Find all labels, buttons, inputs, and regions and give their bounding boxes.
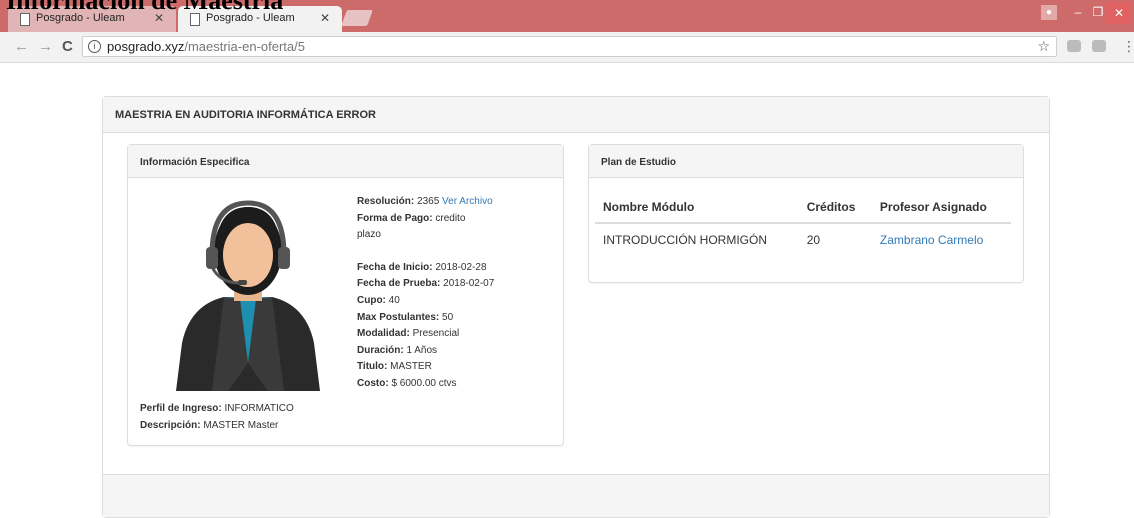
cupo-value: 40	[388, 294, 400, 306]
address-bar[interactable]: i posgrado.xyz/maestria-en-oferta/5 ☆	[82, 36, 1057, 57]
browser-toolbar: ← → C i posgrado.xyz/maestria-en-oferta/…	[0, 32, 1134, 63]
program-title: MAESTRIA EN AUDITORIA INFORMÁTICA ERROR	[103, 97, 1049, 133]
program-panel: MAESTRIA EN AUDITORIA INFORMÁTICA ERROR …	[102, 96, 1050, 518]
costo-row: Costo: $ 6000.00 ctvs	[357, 376, 494, 393]
profile-details: Perfil de Ingreso: INFORMATICO Descripci…	[140, 401, 294, 434]
modalidad-row: Modalidad: Presencial	[357, 326, 494, 343]
forma-pago-value: credito	[435, 212, 466, 224]
info-panel: Información Especifica Resolución: 2365 …	[127, 144, 564, 446]
reload-icon[interactable]: C	[62, 38, 73, 55]
fecha-prueba-row: Fecha de Prueba: 2018-02-07	[357, 276, 494, 293]
minimize-button[interactable]: –	[1071, 5, 1085, 19]
extension-icon[interactable]	[1067, 40, 1081, 52]
duracion-row: Duración: 1 Años	[357, 343, 494, 360]
descripcion-value: MASTER Master	[203, 419, 279, 431]
column-header-profesor: Profesor Asignado	[871, 186, 1011, 224]
star-icon[interactable]: ☆	[1037, 37, 1050, 56]
fecha-prueba-value: 2018-02-07	[443, 278, 495, 290]
page-heading: Información de Maestría	[6, 0, 284, 15]
titulo-row: Titulo: MASTER	[357, 359, 494, 376]
user-icon[interactable]: ●	[1041, 5, 1057, 20]
max-postulantes-label: Max Postulantes:	[357, 311, 440, 323]
panel-footer	[103, 474, 1049, 517]
info-panel-heading: Información Especifica	[128, 145, 563, 178]
forma-pago-row: Forma de Pago: credito	[357, 211, 494, 228]
perfil-value: INFORMATICO	[224, 403, 294, 414]
titulo-value: MASTER	[390, 361, 432, 373]
modalidad-label: Modalidad:	[357, 328, 410, 340]
costo-label: Costo:	[357, 377, 389, 389]
modulo-cell: INTRODUCCIÓN HORMIGÓN	[603, 233, 767, 247]
perfil-row: Perfil de Ingreso: INFORMATICO	[140, 401, 294, 418]
fecha-inicio-label: Fecha de Inicio:	[357, 261, 433, 273]
creditos-cell: 20	[806, 233, 821, 247]
plan-panel-heading: Plan de Estudio	[589, 145, 1023, 178]
maximize-button[interactable]: ❐	[1091, 5, 1105, 19]
cupo-row: Cupo: 40	[357, 293, 494, 310]
extension-icon[interactable]	[1092, 40, 1106, 52]
resolucion-value: 2365	[417, 196, 440, 207]
forma-pago-label: Forma de Pago:	[357, 212, 433, 224]
titulo-label: Titulo:	[357, 361, 388, 373]
modalidad-value: Presencial	[412, 328, 460, 340]
descripcion-label: Descripción:	[140, 419, 201, 431]
profesor-link[interactable]: Zambrano Carmelo	[872, 223, 1011, 255]
forma-pago-value-continued: plazo	[357, 229, 381, 241]
menu-icon[interactable]: ⋮	[1122, 38, 1134, 55]
plan-table: Nombre Módulo Créditos Profesor Asignado…	[595, 186, 1011, 255]
duracion-value: 1 Años	[406, 344, 438, 356]
costo-value: $ 6000.00 ctvs	[391, 377, 457, 389]
forward-arrow-icon[interactable]: →	[38, 38, 53, 55]
duracion-label: Duración:	[357, 344, 404, 356]
ver-archivo-link[interactable]: Ver Archivo	[442, 196, 493, 207]
program-details: Resolución: 2365 Ver Archivo Forma de Pa…	[357, 194, 494, 393]
column-header-modulo: Nombre Módulo	[595, 186, 799, 224]
table-row: INTRODUCCIÓN HORMIGÓN 20 Zambrano Carmel…	[595, 223, 1011, 255]
fecha-inicio-value: 2018-02-28	[435, 261, 487, 273]
resolucion-row: Resolución: 2365 Ver Archivo	[357, 194, 494, 211]
perfil-label: Perfil de Ingreso:	[140, 403, 222, 414]
close-icon[interactable]: ✕	[320, 11, 330, 25]
cupo-label: Cupo:	[357, 294, 386, 306]
support-agent-avatar	[176, 200, 320, 391]
back-arrow-icon[interactable]: ←	[14, 38, 29, 55]
info-icon[interactable]: i	[88, 40, 101, 53]
resolucion-label: Resolución:	[357, 196, 415, 207]
plan-panel: Plan de Estudio Nombre Módulo Créditos P…	[588, 144, 1024, 283]
fecha-prueba-label: Fecha de Prueba:	[357, 278, 441, 290]
table-header-row: Nombre Módulo Créditos Profesor Asignado	[595, 186, 1011, 224]
descripcion-row: Descripción: MASTER Master	[140, 418, 294, 435]
window-close-button[interactable]: ✕	[1106, 2, 1132, 24]
column-header-creditos: Créditos	[798, 186, 872, 224]
url-path: /maestria-en-oferta/5	[184, 39, 305, 54]
new-tab-button[interactable]	[341, 10, 373, 26]
max-postulantes-value: 50	[442, 311, 454, 323]
max-postulantes-row: Max Postulantes: 50	[357, 310, 494, 327]
url-host: posgrado.xyz	[107, 39, 185, 54]
fecha-inicio-row: Fecha de Inicio: 2018-02-28	[357, 260, 494, 277]
